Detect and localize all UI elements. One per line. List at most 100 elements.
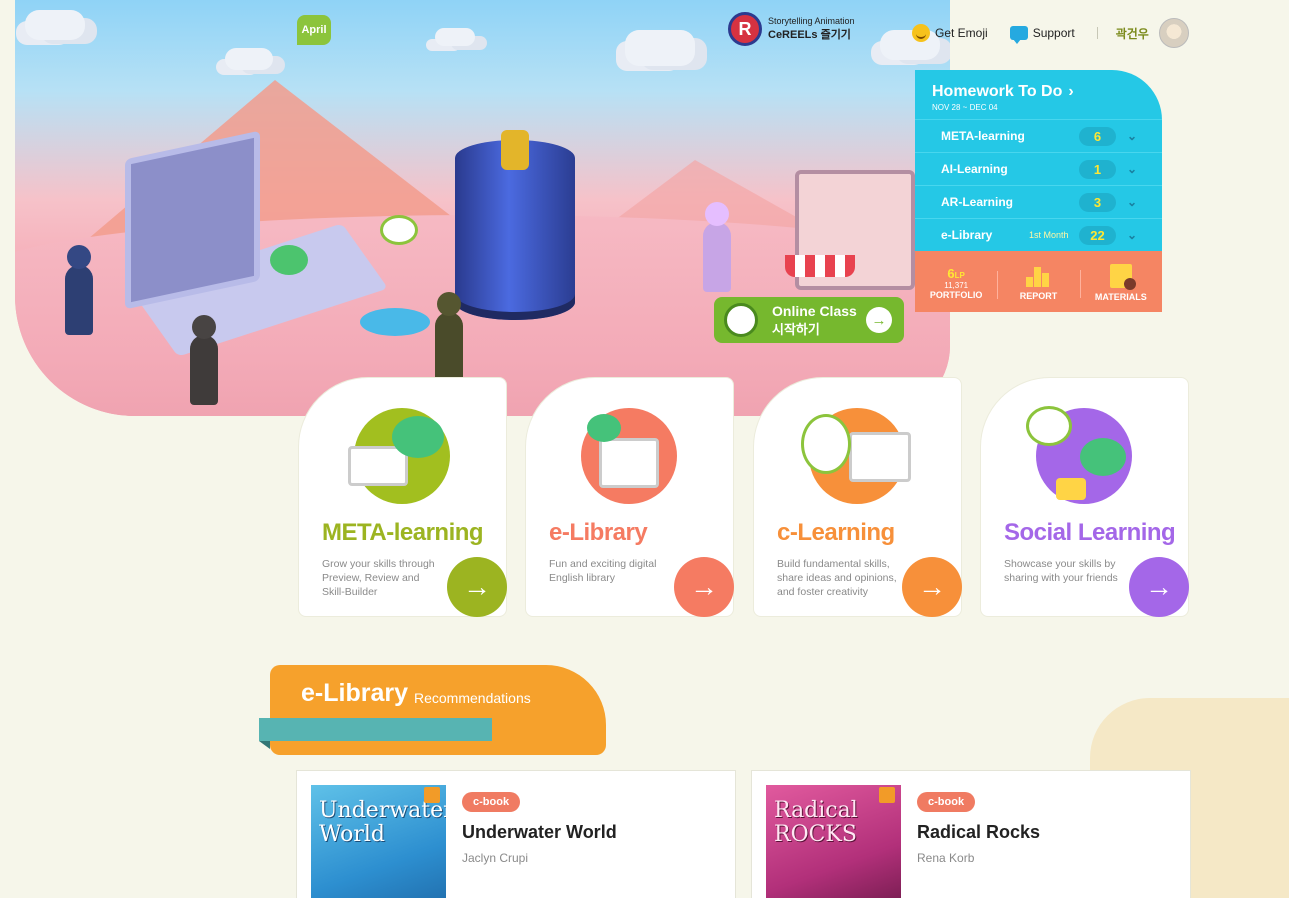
panda-mascot-icon [801, 414, 851, 474]
materials-button[interactable]: MATERIALS [1079, 263, 1162, 302]
lp-value: 6 [947, 265, 955, 281]
recommendations-subtitle: Recommendations [414, 690, 531, 706]
social-learning-illustration [1026, 406, 1132, 504]
support-label: Support [1032, 26, 1075, 40]
book-cover: Radical ROCKS [766, 785, 901, 898]
card-e-library[interactable]: e-Library Fun and exciting digital Engli… [525, 377, 734, 617]
report-label: REPORT [1019, 290, 1058, 301]
meta-learning-illustration [348, 408, 450, 504]
e-library-illustration [581, 408, 677, 504]
student-character [703, 222, 731, 292]
c-learning-illustration [801, 408, 911, 504]
month-badge: April [297, 15, 331, 45]
panda-mascot-icon [724, 303, 758, 337]
frog-mascot [270, 245, 308, 275]
arrow-right-icon[interactable]: → [674, 557, 734, 617]
cereels-text: Storytelling Animation CeREELs 즐기기 [768, 16, 855, 42]
chevron-down-icon[interactable]: ⌄ [1127, 195, 1137, 209]
homework-row-ai-learning[interactable]: AI-Learning 1 ⌄ [915, 152, 1162, 185]
online-class-subtitle: 시작하기 [772, 321, 820, 337]
level-tag [879, 787, 895, 803]
nav-divider [1096, 27, 1098, 39]
username[interactable]: 곽건우 [1116, 25, 1149, 42]
chevron-down-icon[interactable]: ⌄ [1127, 162, 1137, 176]
card-description: Build fundamental skills, share ideas an… [777, 558, 897, 598]
online-class-button[interactable]: Online Class 시작하기 → [714, 297, 904, 343]
book-title: Radical Rocks [917, 822, 1041, 842]
homework-title: Homework To Do › [932, 83, 1162, 101]
lp-points: 6LP [915, 266, 997, 281]
get-emoji-link[interactable]: Get Emoji [912, 24, 988, 42]
card-c-learning[interactable]: c-Learning Build fundamental skills, sha… [753, 377, 962, 617]
cereels-logo-icon: R [728, 12, 762, 46]
lp-number: 11,371 [944, 280, 969, 290]
book-author: Rena Korb [917, 851, 975, 865]
cereels-tagline: Storytelling Animation [768, 16, 855, 26]
homework-count: 1 [1079, 159, 1116, 179]
homework-header[interactable]: Homework To Do › NOV 28 ~ DEC 04 [915, 70, 1162, 119]
hero-banner [15, 0, 950, 416]
heart-chat-icon [1056, 478, 1086, 500]
card-title: META-learning [322, 519, 484, 546]
homework-row-label: META-learning [941, 129, 1025, 143]
card-title: Social Learning [1004, 519, 1176, 546]
pond-illustration [360, 308, 430, 336]
homework-title-text: Homework To Do [932, 83, 1063, 100]
materials-label: MATERIALS [1094, 291, 1147, 302]
online-class-title: Online Class [772, 302, 857, 319]
panda-mascot-icon [1026, 406, 1072, 446]
homework-row-meta-learning[interactable]: META-learning 6 ⌄ [915, 119, 1162, 152]
cereels-label: CeREELs 즐기기 [768, 29, 851, 41]
homework-date-range: NOV 28 ~ DEC 04 [932, 103, 998, 112]
book-type-badge: c-book [917, 792, 976, 812]
student-character [435, 312, 463, 382]
get-emoji-label: Get Emoji [935, 26, 988, 40]
book-card[interactable]: Underwater World c-book Underwater World… [296, 770, 736, 898]
cloud-illustration [435, 28, 475, 46]
card-title: c-Learning [777, 519, 895, 546]
homework-row-label: e-Library [941, 228, 993, 242]
recommendations-title: e-Library [301, 679, 408, 707]
open-book-icon [599, 438, 659, 488]
cloud-illustration [225, 48, 273, 70]
portfolio-button[interactable]: 6LP 11,371 PORTFOLIO [915, 266, 997, 300]
bookshelf-laptop-illustration [125, 130, 260, 310]
card-meta-learning[interactable]: META-learning Grow your skills through P… [298, 377, 507, 617]
homework-row-ar-learning[interactable]: AR-Learning 3 ⌄ [915, 185, 1162, 218]
homework-row-label: AR-Learning [941, 195, 1013, 209]
level-tag [424, 787, 440, 803]
arrow-right-icon[interactable]: → [447, 557, 507, 617]
card-title: e-Library [549, 519, 648, 546]
tower-cap-illustration [501, 130, 529, 170]
chevron-right-icon: › [1068, 83, 1074, 100]
homework-count: 6 [1079, 126, 1116, 146]
cover-title: Radical ROCKS [774, 798, 858, 847]
book-type-badge: c-book [462, 792, 521, 812]
recommendations-header: e-Library Recommendations [270, 665, 606, 755]
report-button[interactable]: REPORT [997, 265, 1079, 301]
card-social-learning[interactable]: Social Learning Showcase your skills by … [980, 377, 1189, 617]
homework-panel: Homework To Do › NOV 28 ~ DEC 04 META-le… [915, 70, 1162, 312]
book-card[interactable]: Radical ROCKS c-book Radical Rocks Rena … [751, 770, 1191, 898]
book-title: Underwater World [462, 822, 617, 842]
chevron-down-icon[interactable]: ⌄ [1127, 129, 1137, 143]
student-character [190, 335, 218, 405]
cereels-link[interactable]: R Storytelling Animation CeREELs 즐기기 [728, 12, 855, 46]
arrow-right-icon[interactable]: → [902, 557, 962, 617]
smiley-icon [912, 24, 930, 42]
ribbon-decoration [259, 718, 492, 749]
avatar[interactable] [1158, 18, 1189, 48]
card-description: Showcase your skills by sharing with you… [1004, 558, 1118, 584]
panda-mascot [380, 215, 418, 245]
cover-title: Underwater World [319, 798, 446, 847]
top-nav: Get Emoji Support 곽건우 [912, 18, 1189, 48]
book-cover: Underwater World [311, 785, 446, 898]
arrow-right-icon[interactable]: → [1129, 557, 1189, 617]
homework-row-e-library[interactable]: e-Library 1st Month 22 ⌄ [915, 218, 1162, 251]
student-character [65, 265, 93, 335]
lp-unit: LP [954, 270, 965, 280]
chevron-down-icon[interactable]: ⌄ [1127, 228, 1137, 242]
card-description: Fun and exciting digital English library [549, 558, 657, 584]
homework-count: 3 [1079, 192, 1116, 212]
support-link[interactable]: Support [1009, 26, 1075, 44]
